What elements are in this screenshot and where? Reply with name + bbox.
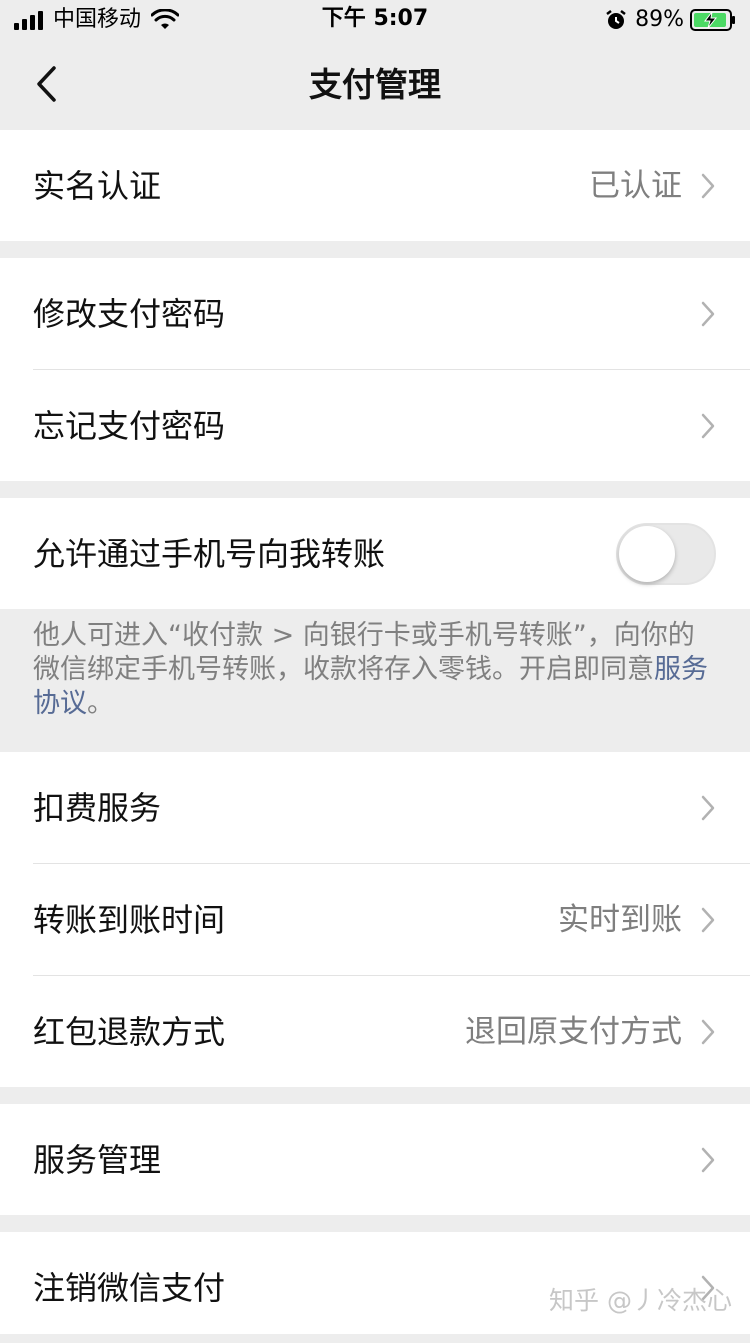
row-label: 允许通过手机号向我转账 — [33, 534, 386, 573]
row-service-management[interactable]: 服务管理 — [0, 1104, 750, 1215]
chevron-right-icon — [701, 1147, 715, 1172]
watermark: 知乎 @丿冷杰心 — [549, 1286, 732, 1315]
chevron-right-icon — [701, 173, 715, 198]
chevron-right-icon — [701, 907, 715, 932]
row-change-password[interactable]: 修改支付密码 — [0, 258, 750, 369]
row-label: 服务管理 — [33, 1140, 162, 1179]
status-right: 89% — [605, 6, 736, 34]
row-label: 忘记支付密码 — [33, 406, 226, 445]
row-real-name[interactable]: 实名认证 已认证 — [0, 130, 750, 241]
row-forgot-password[interactable]: 忘记支付密码 — [0, 370, 750, 481]
chevron-right-icon — [701, 301, 715, 326]
row-label: 红包退款方式 — [33, 1012, 226, 1051]
nav-bar: 支付管理 — [0, 40, 750, 130]
group-service-management: 服务管理 — [0, 1104, 750, 1215]
chevron-right-icon — [701, 413, 715, 438]
row-red-packet-refund[interactable]: 红包退款方式 退回原支付方式 — [0, 976, 750, 1087]
toggle-knob — [619, 525, 675, 582]
note-suffix: 。 — [87, 688, 114, 719]
row-label: 转账到账时间 — [33, 900, 226, 939]
row-deduction-service[interactable]: 扣费服务 — [0, 752, 750, 863]
battery-percent: 89% — [635, 7, 684, 32]
row-value: 退回原支付方式 — [465, 1013, 682, 1050]
alarm-icon — [606, 10, 626, 29]
page-title: 支付管理 — [309, 65, 441, 104]
group-password: 修改支付密码 忘记支付密码 — [0, 258, 750, 481]
phone-transfer-note: 他人可进入“收付款 > 向银行卡或手机号转账”，向你的微信绑定手机号转账，收款将… — [33, 619, 713, 721]
group-services: 扣费服务 转账到账时间 实时到账 红包退款方式 退回原支付方式 — [0, 752, 750, 1087]
row-label: 实名认证 — [33, 166, 162, 205]
row-phone-transfer: 允许通过手机号向我转账 — [0, 498, 750, 609]
row-value: 实时到账 — [558, 901, 682, 938]
row-label: 修改支付密码 — [33, 294, 226, 333]
row-transfer-time[interactable]: 转账到账时间 实时到账 — [0, 864, 750, 975]
group-phone-transfer: 允许通过手机号向我转账 — [0, 498, 750, 609]
note-text: 他人可进入“收付款 > 向银行卡或手机号转账”，向你的微信绑定手机号转账，收款将… — [33, 620, 695, 685]
phone-transfer-toggle[interactable] — [616, 522, 716, 585]
chevron-right-icon — [701, 795, 715, 820]
row-value: 已认证 — [589, 167, 682, 204]
group-real-name: 实名认证 已认证 — [0, 130, 750, 241]
chevron-right-icon — [701, 1019, 715, 1044]
battery-charging-icon — [690, 9, 735, 31]
row-label: 扣费服务 — [33, 788, 162, 827]
status-bar: 中国移动 下午 5:07 89% — [0, 0, 750, 40]
group-cancel-pay: 注销微信支付 — [0, 1232, 750, 1334]
